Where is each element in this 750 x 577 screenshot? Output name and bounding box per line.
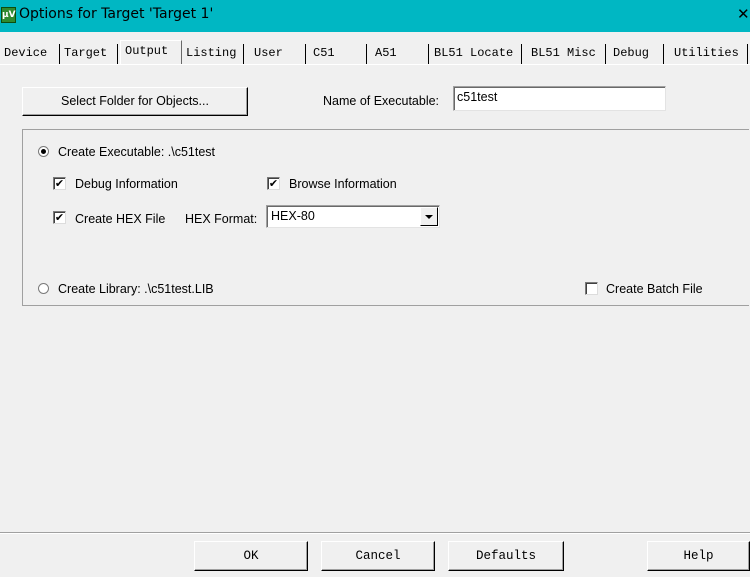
create-library-label: Create Library: .\c51test.LIB (58, 282, 214, 296)
create-batch-file-checkbox[interactable] (585, 282, 598, 295)
chevron-down-icon[interactable] (420, 207, 438, 226)
tab-utilities[interactable]: Utilities (670, 44, 748, 64)
title-bar: μV Options for Target 'Target 1' ✕ (0, 0, 750, 32)
tab-bl51-locate[interactable]: BL51 Locate (430, 44, 522, 64)
tab-output[interactable]: Output (120, 40, 182, 64)
tab-strip-divider (0, 64, 750, 65)
tab-a51[interactable]: A51 (371, 44, 429, 64)
create-batch-file-label: Create Batch File (606, 282, 703, 296)
hex-format-dropdown[interactable]: HEX-80 (266, 205, 440, 228)
browse-information-label: Browse Information (289, 177, 397, 191)
window-title: Options for Target 'Target 1' (19, 6, 214, 22)
close-icon[interactable]: ✕ (737, 5, 750, 23)
name-of-executable-label: Name of Executable: (323, 94, 440, 108)
hex-format-value: HEX-80 (271, 209, 315, 223)
help-button[interactable]: Help (647, 541, 750, 571)
hex-format-label: HEX Format: (185, 212, 258, 226)
defaults-button[interactable]: Defaults (448, 541, 564, 571)
debug-information-checkbox[interactable]: ✔ (53, 177, 66, 190)
cancel-button[interactable]: Cancel (321, 541, 435, 571)
ok-button[interactable]: OK (194, 541, 308, 571)
create-hex-file-label: Create HEX File (75, 212, 166, 226)
create-hex-file-checkbox[interactable]: ✔ (53, 211, 66, 224)
select-folder-button[interactable]: Select Folder for Objects... (22, 87, 248, 116)
tab-c51[interactable]: C51 (309, 44, 367, 64)
create-executable-label: Create Executable: .\c51test (58, 145, 216, 159)
tab-target[interactable]: Target (60, 44, 118, 64)
tab-bl51-misc[interactable]: BL51 Misc (527, 44, 606, 64)
create-executable-radio[interactable] (38, 146, 49, 157)
debug-information-label: Debug Information (75, 177, 178, 191)
tab-device[interactable]: Device (0, 44, 60, 64)
create-library-radio[interactable] (38, 283, 49, 294)
uvision-app-icon: μV (1, 7, 16, 23)
tab-user[interactable]: User (250, 44, 306, 64)
bottom-separator (0, 532, 750, 534)
tab-listing[interactable]: Listing (182, 44, 244, 64)
browse-information-checkbox[interactable]: ✔ (267, 177, 280, 190)
executable-name-input[interactable]: c51test (453, 86, 666, 111)
tab-debug[interactable]: Debug (609, 44, 664, 64)
